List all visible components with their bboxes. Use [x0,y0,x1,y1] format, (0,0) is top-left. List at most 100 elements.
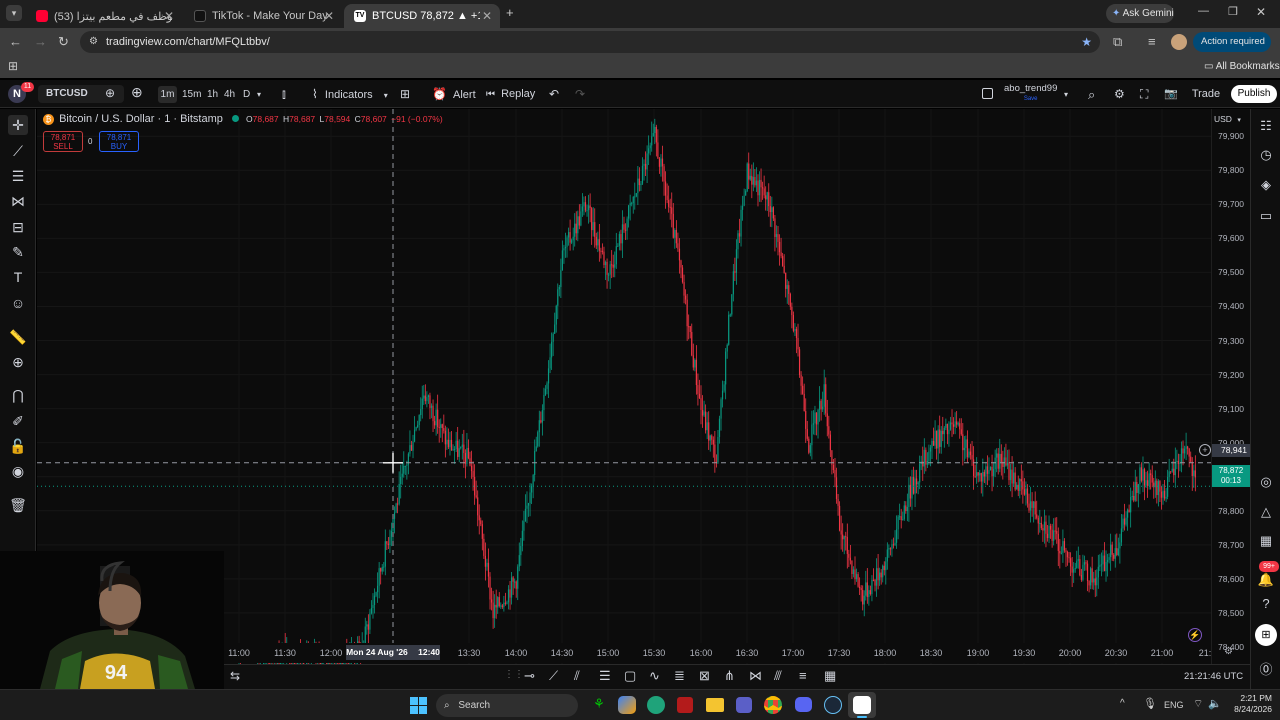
utc-clock[interactable]: 21:21:46 UTC [1184,671,1243,682]
sell-button[interactable]: 78,871 SELL [43,131,83,152]
tray-chevron-icon[interactable]: ^ [1120,698,1125,709]
layouts-icon[interactable]: ⊞ [400,86,410,103]
crosshair-icon[interactable]: ✛ [8,115,28,135]
indicators-button[interactable]: ⌇ Indicators ▾ [312,86,388,103]
target-icon[interactable]: ◎ [1257,473,1275,491]
media-icon[interactable]: ≡ [1148,34,1156,49]
rectangle-icon[interactable]: ▢ [624,668,636,684]
alert-button[interactable]: ⏰ Alert [432,86,476,103]
add-symbol-icon[interactable]: ⊕ [131,84,143,101]
wifi-icon[interactable]: ⌔ [1193,697,1203,711]
taskbar-clock[interactable]: 2:21 PM 8/24/2026 [1224,693,1272,715]
layout-checkbox[interactable] [982,88,993,99]
fib-icon[interactable]: ☰ [8,166,28,186]
site-info-icon[interactable]: ⚙ [89,31,98,53]
tradingview-app-icon[interactable] [848,692,876,718]
help-icon[interactable]: ? [1257,595,1275,613]
fullscreen-icon[interactable]: ⛶ [1140,86,1148,103]
taskbar-search[interactable]: ⌕ Search [436,694,578,717]
fib-lines-icon[interactable]: ≡ [799,668,807,683]
buy-button[interactable]: 78,871 BUY [99,131,139,152]
settings-icon[interactable]: ⚙ [1114,86,1125,103]
profile-avatar[interactable] [1171,34,1187,50]
camera-icon[interactable]: 📷 [1164,86,1178,103]
interval-1m[interactable]: 1m [158,86,177,103]
action-required-button[interactable]: Action required [1193,32,1271,52]
path-icon[interactable]: ∿ [649,668,660,684]
close-icon[interactable]: ✕ [482,9,492,23]
close-window-icon[interactable]: ✕ [1256,5,1266,19]
pitchfork-icon[interactable]: ⋔ [724,668,735,684]
zoom-icon[interactable]: ⊕ [8,352,28,372]
robinhood-app-icon[interactable]: ⚘ [590,696,608,714]
chevron-down-icon[interactable]: ▾ [1064,86,1068,103]
url-field[interactable]: ⚙ tradingview.com/chart/MFQLtbbv/ ★ [80,31,1100,53]
reload-icon[interactable]: ↻ [58,34,69,50]
bell-icon[interactable]: 🔔 [1257,571,1275,589]
help-circle-icon[interactable]: ⓪ [1257,661,1275,679]
copilot-icon[interactable] [618,696,636,714]
trash-icon[interactable]: 🗑 [8,495,28,515]
close-icon[interactable]: ✕ [324,9,334,23]
fib-retracement-icon[interactable]: ≣ [674,668,685,684]
publish-button[interactable]: Publish [1231,85,1277,103]
channel-icon[interactable]: ⫽ [574,668,580,684]
all-bookmarks-button[interactable]: ▭ All Bookmarks [1204,61,1280,72]
time-axis[interactable]: 11:00 11:30 12:00 13:30 14:00 14:30 15:00 15:30… [224,643,1233,663]
candles-type-icon[interactable]: ⫾ [282,86,286,103]
layout-name[interactable]: abo_trend99 Save [1004,84,1057,104]
teams-icon[interactable] [736,697,752,713]
price-axis[interactable]: USD ▾ 79,900 79,800 79,700 79,600 79,500 79,4… [1199,109,1250,664]
apps-icon[interactable]: ⊞ [8,59,18,73]
close-icon[interactable]: ✕ [164,9,174,23]
text-icon[interactable]: T [8,267,28,287]
currency-select[interactable]: USD ▾ [1214,114,1241,124]
drag-handle-icon[interactable]: ⋮⋮ [504,669,524,680]
undo-icon[interactable]: ↶ [549,86,559,103]
replay-button[interactable]: ⏮ Replay [486,86,535,103]
eye-icon[interactable]: ◉ [8,461,28,481]
parallel-channel-icon[interactable]: ⫻ [774,668,782,684]
chevron-down-icon[interactable]: ▾ [257,86,261,103]
interval-d[interactable]: D [243,86,250,103]
tab-youtube[interactable]: (53) عندما الوظف في مطعم بيتزا ✕ [26,4,182,28]
app-red-icon[interactable] [677,697,693,713]
axis-settings-icon[interactable]: ⚙ [1224,646,1233,657]
file-explorer-icon[interactable] [706,698,724,712]
edge-icon[interactable] [647,696,665,714]
chrome-icon[interactable] [764,696,782,714]
emoji-icon[interactable]: ☺ [8,293,28,313]
bookmark-star-icon[interactable]: ★ [1081,31,1092,53]
ask-gemini-button[interactable]: ✦ Ask Gemini [1106,4,1174,23]
new-tab-icon[interactable]: + [506,5,514,20]
tab-list-icon[interactable]: ▾ [6,5,22,21]
patterns-icon[interactable]: ⋈ [8,191,28,211]
quick-search-icon[interactable]: ⌕ [1088,86,1095,103]
layers-icon[interactable]: ◈ [1257,176,1275,194]
date-range-icon[interactable]: ⇆ [230,669,240,683]
restore-icon[interactable]: ❐ [1228,5,1238,18]
gann-box-icon[interactable]: ⊠ [699,668,710,684]
back-icon[interactable]: ← [9,34,22,49]
horizontal-lines-icon[interactable]: ☰ [599,668,611,684]
lock-icon[interactable]: 🔓 [8,436,28,456]
symbol-title[interactable]: Bitcoin / U.S. Dollar · 1 · Bitstamp [59,113,223,125]
watchlist-icon[interactable]: ☷ [1257,117,1275,135]
horizontal-ray-icon[interactable]: ⊸ [524,668,535,684]
prediction-icon[interactable]: ⊟ [8,217,28,237]
discord-icon[interactable] [795,697,812,712]
trendline-icon[interactable]: ⟋ [8,141,28,161]
interval-15m[interactable]: 15m [182,86,201,103]
compare-icon[interactable]: ⊕ [105,85,115,102]
tab-tradingview[interactable]: TV BTCUSD 78,872 ▲ +1.49% abo ✕ [344,4,500,28]
minimize-icon[interactable]: — [1198,5,1209,17]
volume-icon[interactable]: 🔈 [1208,697,1222,710]
windows-start-icon[interactable] [410,697,427,714]
lock-drawing-icon[interactable]: ✐ [8,411,28,431]
hotlist-icon[interactable]: △ [1257,503,1275,521]
xabcd-pattern-icon[interactable]: ⋈ [749,668,762,684]
trendline-icon[interactable]: ⟋ [549,668,558,684]
ruler-icon[interactable]: 📏 [8,327,28,347]
magnet-icon[interactable]: ⋂ [8,385,28,405]
interval-1h[interactable]: 1h [207,86,218,103]
